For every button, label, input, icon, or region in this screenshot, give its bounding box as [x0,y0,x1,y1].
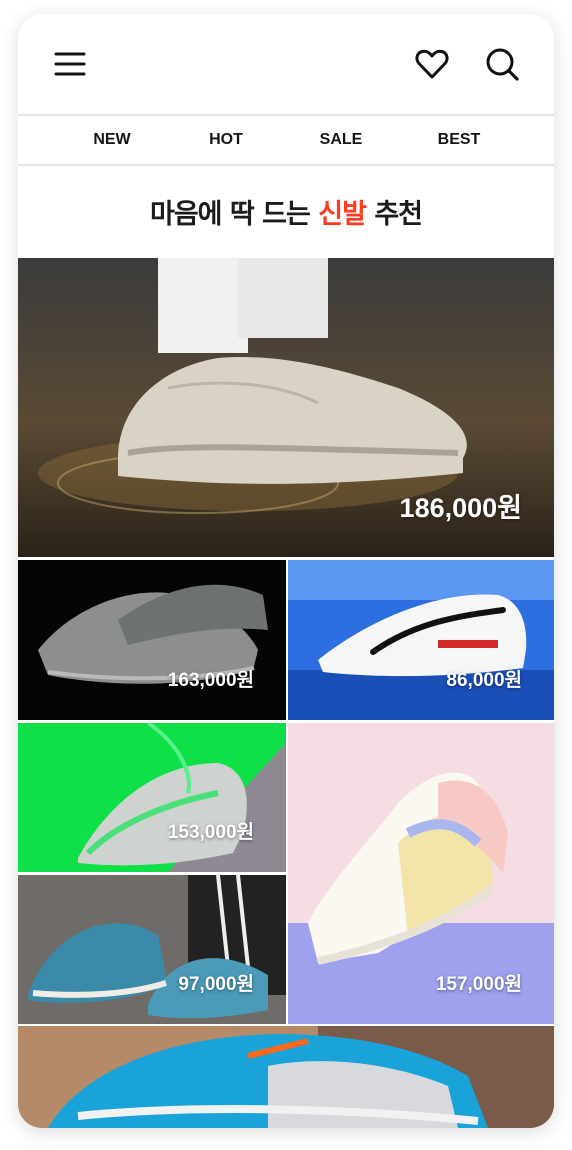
top-header [18,14,554,114]
product-price: 157,000원 [435,974,522,995]
product-card[interactable]: 97,000원 [18,875,286,1024]
product-image [18,560,286,720]
product-price: 163,000원 [167,670,254,691]
product-card[interactable]: 86,000원 [288,560,554,720]
product-image [18,723,286,872]
headline-text: 마음에 딱 드는 [149,199,319,230]
nav-item-sale[interactable]: SALE [301,116,381,164]
hamburger-menu-icon[interactable] [52,46,88,82]
product-price: 97,000원 [178,974,254,995]
product-image [18,1026,554,1128]
app-card: NEW HOT SALE BEST 마음에 딱 드는 신발 추천 186,000 [18,14,554,1128]
product-image [288,560,554,720]
category-nav: NEW HOT SALE BEST [18,114,554,166]
product-image [18,875,286,1024]
search-icon[interactable] [484,46,520,82]
product-price: 86,000원 [446,670,522,691]
product-price: 153,000원 [167,822,254,843]
product-card[interactable] [18,1026,554,1128]
headline-suffix: 추천 [365,199,423,230]
product-card-hero[interactable]: 186,000원 [18,258,554,557]
product-card[interactable]: 157,000원 [288,723,554,1024]
nav-item-hot[interactable]: HOT [186,116,266,164]
heart-icon[interactable] [414,46,450,82]
nav-item-new[interactable]: NEW [72,116,152,164]
product-price: 186,000원 [399,493,522,523]
product-card[interactable]: 163,000원 [18,560,286,720]
section-headline: 마음에 딱 드는 신발 추천 [18,192,554,231]
headline-accent: 신발 [318,199,367,230]
nav-item-best[interactable]: BEST [419,116,499,164]
product-card[interactable]: 153,000원 [18,723,286,872]
